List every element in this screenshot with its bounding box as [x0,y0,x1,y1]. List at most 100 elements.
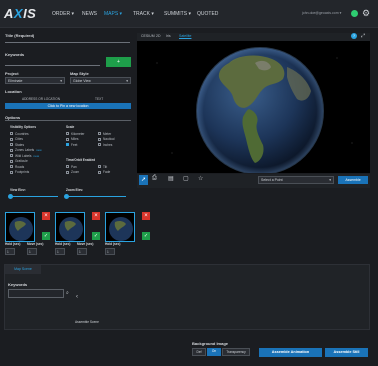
checkbox[interactable] [10,165,13,169]
visibility-option-label: Zones Labels [15,148,35,153]
confirm-icon[interactable]: ✓ [142,232,150,240]
checkbox[interactable] [66,132,69,136]
globe-thumbnail-icon [9,217,33,241]
globe-render[interactable] [137,33,370,175]
map-viewer[interactable] [137,33,370,175]
visibility-option-label: Roads [15,164,25,169]
bg-option-transparency[interactable]: Transparency [222,348,250,356]
assemble-scene-button[interactable]: Assemble Scene [75,320,99,324]
checkbox[interactable] [66,137,69,141]
chevron-left-icon[interactable]: ‹ [76,294,78,300]
checkbox[interactable] [10,137,13,141]
new-badge: new [36,148,42,153]
close-icon[interactable]: × [142,212,150,220]
zoom-elev-handle[interactable] [64,194,69,199]
text-option[interactable]: TEXT [95,97,103,101]
scale-option-label: Feet [71,142,78,147]
checkbox[interactable] [10,132,13,136]
checkbox[interactable] [10,154,13,158]
map-tab[interactable]: 2D [156,34,160,38]
assemble-map-button[interactable]: Assemble [338,176,368,184]
checkbox[interactable] [10,143,13,147]
checkbox[interactable] [10,170,13,174]
frame-thumbnail[interactable] [105,212,135,242]
view-elev-handle[interactable] [8,194,13,199]
user-menu[interactable]: john.doe@geoaxis.com ▾ [302,11,341,15]
search-icon[interactable]: ⌕ [66,290,69,296]
scale-option-label: Nautical [103,137,115,142]
checkbox[interactable] [98,143,101,147]
location-banner[interactable]: Click to Pin a new location [5,103,131,109]
zoom-elev-slider[interactable] [66,196,126,197]
pointer-icon[interactable]: ➚ [139,175,148,185]
close-icon[interactable]: × [92,212,100,220]
map-tab[interactable]: Satellite [179,34,191,38]
visibility-option-label: Cities [15,137,23,142]
title-input[interactable] [5,38,130,43]
tab-map-scene[interactable]: Map Scene [5,265,41,274]
bg-option-on[interactable]: On [207,348,221,356]
nav-maps[interactable]: MAPS ▾ [104,11,122,17]
keywords-input[interactable] [5,58,100,66]
star-icon[interactable]: ☆ [198,175,203,182]
help-icon[interactable]: ? [351,33,357,39]
visibility-list: Countries Cities States Zones Labels new Wild… [10,131,65,175]
expand-icon[interactable]: ⤢ [361,33,365,39]
nav-track[interactable]: TRACK ▾ [133,11,154,17]
orbit-option[interactable]: Zoom [66,170,98,176]
view-elev-slider[interactable] [10,196,58,197]
scale-label: Scale [66,125,75,129]
frame-duration-label: Hold (sec) [5,242,21,246]
address-option[interactable]: ADDRESS OR LOCATION [22,97,60,101]
visibility-option[interactable]: Footprints [10,170,65,176]
confirm-icon[interactable]: ✓ [42,232,50,240]
checkbox[interactable] [66,143,69,147]
scale-option[interactable]: Inches [98,142,130,148]
scale-option-label: Inches [103,142,113,147]
frame-thumbnail[interactable] [5,212,35,242]
nav-news[interactable]: NEWS [82,11,97,17]
orbit-option[interactable]: Fade [98,170,130,176]
visibility-option-label: Footprints [15,170,30,175]
checkbox[interactable] [10,148,13,152]
frame-duration-input[interactable]: 1 [27,248,37,255]
scene-search-input[interactable] [8,289,64,298]
close-icon[interactable]: × [42,212,50,220]
scale-option[interactable]: Feet [66,142,98,148]
frame-duration-input[interactable]: 1 [5,248,15,255]
add-keyword-button[interactable]: + [106,57,131,67]
orbit-label: Time/Orbit Enabled [66,158,96,162]
project-select[interactable]: Eliminate ▾ [5,77,65,84]
checkbox[interactable] [66,170,69,174]
checkbox[interactable] [66,165,69,169]
nav-quoted[interactable]: QUOTED [197,11,218,17]
visibility-label: Visibility Options [10,125,36,129]
app-logo[interactable]: AXIS [4,6,36,21]
orbit-list: Pan Tilt Zoom Fade [66,164,130,175]
frame-duration-input[interactable]: 1 [55,248,65,255]
book-icon[interactable]: ▤ [168,175,174,182]
assemble-still-button[interactable]: Assemble Still [325,348,368,357]
checkbox[interactable] [98,137,101,141]
new-badge: new [33,153,39,158]
map-tab[interactable]: CESIUM [141,34,155,38]
print-icon[interactable]: ⎙ [152,175,157,182]
frame-duration-input[interactable]: 1 [105,248,115,255]
checkbox[interactable] [98,132,101,136]
gear-icon[interactable]: ⚙ [362,8,370,19]
project-label: Project [5,71,19,76]
bg-option-def[interactable]: Def [192,348,206,356]
nav-summits[interactable]: SUMMITS ▾ [164,11,191,17]
assemble-animation-button[interactable]: Assemble Animation [259,348,322,357]
mapstyle-select[interactable]: Globe View ▾ [70,77,131,84]
nav-order[interactable]: ORDER ▾ [52,11,74,17]
bookmark-icon[interactable]: ▢ [183,175,189,182]
checkbox[interactable] [98,165,101,169]
map-tab[interactable]: Iris [166,34,171,38]
frame-thumbnail[interactable] [55,212,85,242]
point-select[interactable]: Select a Point ▾ [258,176,334,184]
confirm-icon[interactable]: ✓ [92,232,100,240]
frame-duration-input[interactable]: 1 [77,248,87,255]
checkbox[interactable] [98,170,101,174]
checkbox[interactable] [10,159,13,163]
